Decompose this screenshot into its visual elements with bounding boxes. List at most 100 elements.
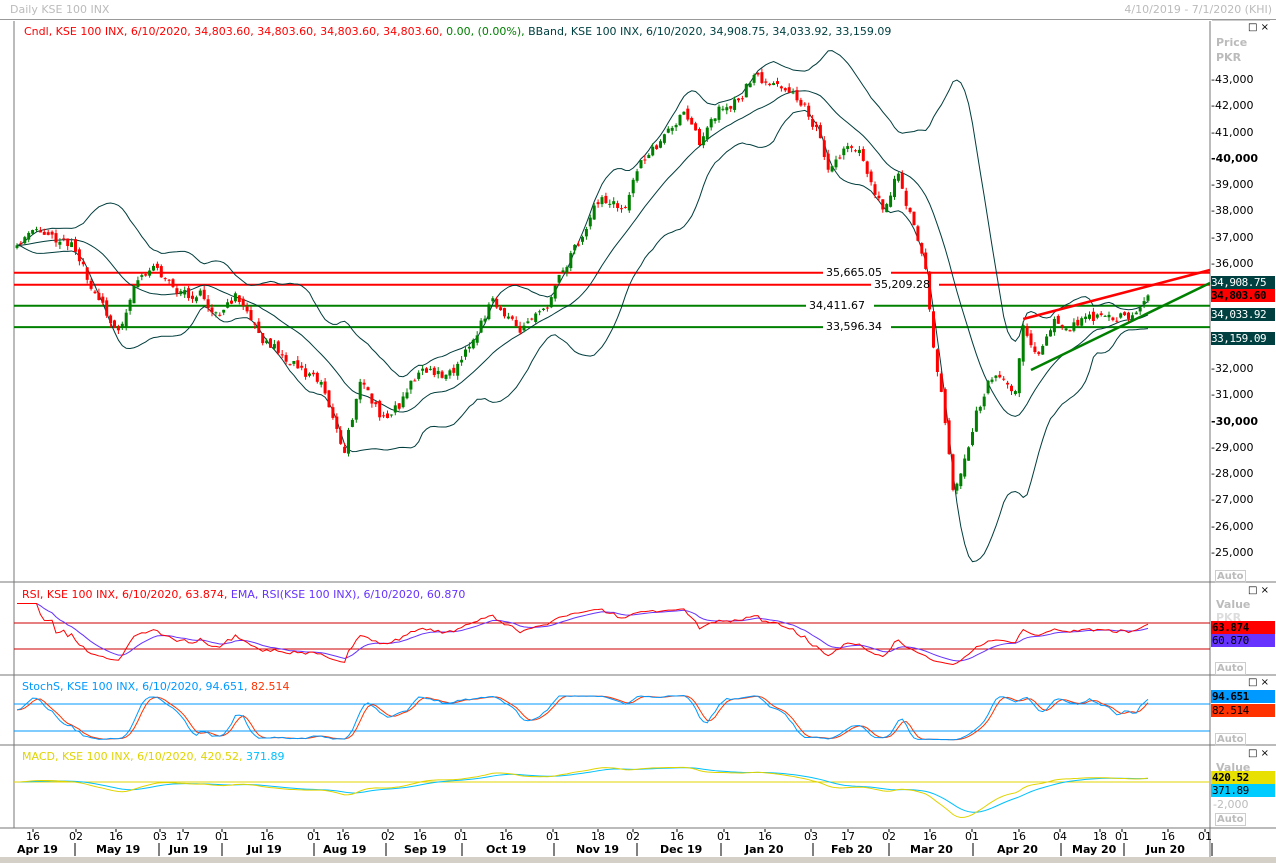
- candle-body: [441, 371, 444, 377]
- candle-body: [495, 299, 498, 307]
- month-label: May 19: [96, 843, 140, 856]
- candle: [487, 302, 490, 320]
- candle-body: [780, 86, 783, 88]
- candle-body: [1092, 312, 1095, 321]
- date-tick-label: 01: [307, 830, 321, 843]
- candle-body: [714, 118, 717, 121]
- candle-body: [987, 381, 990, 393]
- candle-body: [464, 350, 467, 357]
- price-tag: 33,159.09: [1211, 332, 1275, 345]
- candle-body: [468, 347, 471, 349]
- candle-body: [971, 432, 974, 445]
- candle-body: [526, 321, 529, 323]
- date-tick-label: 01: [546, 830, 560, 843]
- candle-body: [328, 390, 331, 407]
- level-label: 34,411.67: [809, 299, 865, 312]
- candle-body: [725, 107, 728, 110]
- bottom-scrollbar: [0, 857, 1276, 863]
- date-tick-label: 16: [336, 830, 350, 843]
- maximize-close-macd[interactable]: □ ×: [1248, 748, 1269, 759]
- candle-body: [320, 382, 323, 385]
- candle: [269, 338, 272, 348]
- candle-body: [1096, 315, 1099, 318]
- price-axis-tick: -28,000: [1211, 467, 1253, 480]
- date-tick-label: 02: [626, 830, 640, 843]
- candle-body: [335, 417, 338, 429]
- candle-body: [799, 100, 802, 106]
- candle-body: [74, 239, 77, 252]
- month-label: Apr 20: [997, 843, 1038, 856]
- maximize-close-main[interactable]: □ ×: [1248, 22, 1269, 33]
- candle-body: [764, 81, 767, 82]
- candle-body: [690, 118, 693, 125]
- date-tick-label: 01: [215, 830, 229, 843]
- candle-body: [881, 199, 884, 209]
- candle: [23, 236, 26, 244]
- candle-body: [94, 292, 97, 294]
- candle-body: [168, 280, 171, 281]
- candle-body: [503, 308, 506, 316]
- candle: [133, 286, 136, 304]
- date-tick-label: 01: [1198, 830, 1212, 843]
- candle-body: [651, 147, 654, 156]
- candle-body: [144, 274, 147, 276]
- rsi-auto-button[interactable]: Auto: [1215, 662, 1246, 675]
- candle-body: [183, 290, 186, 294]
- candle-body: [421, 369, 424, 371]
- stoch-k-legend: StochS, KSE 100 INX, 6/10/2020, 94.651,: [22, 680, 248, 693]
- month-label: May 20: [1072, 843, 1116, 856]
- candle-body: [179, 291, 182, 294]
- maximize-close-stoch[interactable]: □ ×: [1248, 677, 1269, 688]
- candle-body: [558, 275, 561, 283]
- candle-body: [811, 119, 814, 127]
- candle-body: [448, 370, 451, 375]
- month-label: Jan 20: [745, 843, 783, 856]
- candle-body: [772, 83, 775, 85]
- candle: [628, 192, 631, 213]
- candle-body: [226, 302, 229, 307]
- price-axis-tick: -30,000: [1211, 415, 1258, 428]
- candle: [328, 390, 331, 408]
- candle-body: [1100, 313, 1103, 315]
- stoch-auto-button[interactable]: Auto: [1215, 733, 1246, 746]
- maximize-close-rsi[interactable]: □ ×: [1248, 585, 1269, 596]
- candle-body: [819, 125, 822, 138]
- macd-value-tag: 420.52: [1211, 771, 1275, 784]
- candle-body: [499, 307, 502, 310]
- auto-scale-button[interactable]: Auto: [1215, 570, 1246, 583]
- candle-body: [1084, 317, 1087, 319]
- candle-body: [1010, 386, 1013, 391]
- candle-body: [983, 397, 986, 407]
- signal-legend-text: 371.89: [246, 750, 285, 763]
- candle: [1022, 321, 1025, 365]
- candle-body: [487, 304, 490, 319]
- candle-body: [1045, 336, 1048, 345]
- chart-canvas[interactable]: [0, 0, 1276, 863]
- price-tag: 34,908.75: [1211, 276, 1275, 289]
- candle-body: [628, 195, 631, 211]
- date-tick-label: 01: [1115, 830, 1129, 843]
- candle-body: [386, 413, 389, 418]
- candle-body: [105, 300, 108, 315]
- price-axis-tick: -32,000: [1211, 362, 1253, 375]
- candle-body: [636, 171, 639, 180]
- signal-value-tag: 371.89: [1211, 784, 1275, 797]
- candle-body: [35, 229, 38, 230]
- candle-body: [425, 368, 428, 372]
- candle: [105, 297, 108, 318]
- candle: [893, 176, 896, 200]
- candle-body: [807, 106, 810, 117]
- candle-body: [78, 249, 81, 261]
- candle-body: [363, 383, 366, 385]
- candle-body: [1119, 313, 1122, 317]
- date-tick-label: 01: [965, 830, 979, 843]
- candle-body: [889, 196, 892, 207]
- candle-body: [523, 326, 526, 331]
- candle-body: [643, 159, 646, 160]
- candle-body: [831, 166, 834, 171]
- date-tick-label: 01: [454, 830, 468, 843]
- candle-body: [82, 262, 85, 264]
- macd-auto-button[interactable]: Auto: [1215, 813, 1246, 826]
- candle-body: [823, 140, 826, 157]
- candle-body: [406, 392, 409, 398]
